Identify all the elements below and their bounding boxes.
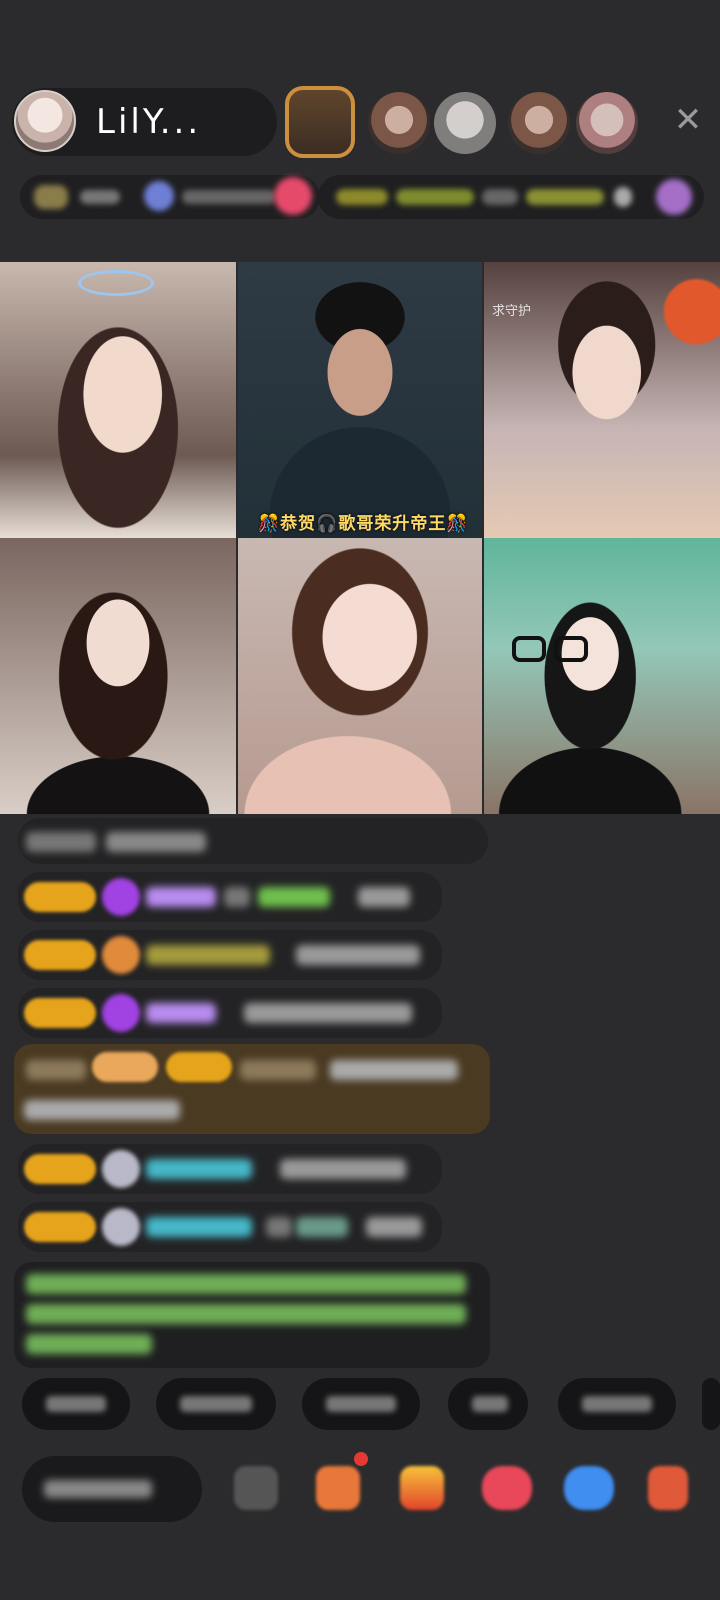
chat-text	[366, 1217, 422, 1237]
system-notice-text	[26, 1274, 466, 1294]
host-avatar[interactable]	[14, 90, 76, 152]
level-badge	[166, 1052, 232, 1082]
close-icon[interactable]: ✕	[672, 103, 704, 137]
rank-text	[80, 190, 120, 204]
viewer-avatar[interactable]	[576, 92, 638, 154]
chat-text	[106, 832, 206, 852]
chat-message	[18, 818, 488, 864]
fans-badge	[92, 1052, 158, 1082]
tile-note: 求守护	[492, 304, 532, 319]
activity-avatar-icon	[656, 179, 692, 215]
activity-text	[396, 189, 474, 205]
quick-reply-chip[interactable]	[558, 1378, 676, 1430]
level-badge	[24, 1212, 96, 1242]
chat-text	[280, 1159, 406, 1179]
system-notice	[14, 1262, 490, 1368]
host-info-pill[interactable]: LilY...	[12, 88, 277, 156]
level-badge	[24, 1154, 96, 1184]
viewer-avatar[interactable]	[368, 92, 430, 154]
level-badge	[24, 998, 96, 1028]
activity-text	[482, 189, 518, 205]
chat-message	[18, 1144, 442, 1194]
video-tile[interactable]: 求守护	[484, 262, 720, 538]
video-tile[interactable]	[0, 262, 236, 538]
tile-caption: 🎊恭贺🎧歌哥荣升帝王🎊	[258, 514, 469, 534]
quick-reply-chip[interactable]	[22, 1378, 130, 1430]
heart-icon[interactable]	[274, 177, 312, 215]
fans-icon	[144, 181, 174, 211]
rank-badge-row	[20, 175, 704, 221]
badge-icon	[102, 936, 140, 974]
chat-message	[18, 930, 442, 980]
diamond-icon	[102, 994, 140, 1032]
chat-message	[18, 1202, 442, 1252]
chat-text	[26, 832, 96, 852]
video-tile[interactable]	[0, 538, 236, 814]
chat-text	[26, 1060, 86, 1080]
rank-pill[interactable]	[20, 175, 320, 219]
avatar-icon	[102, 1150, 140, 1188]
quick-reply-chip[interactable]	[448, 1378, 528, 1430]
chat-username[interactable]	[146, 1217, 252, 1237]
chat-text	[358, 887, 410, 907]
chat-username[interactable]	[240, 1060, 316, 1080]
video-tile[interactable]	[238, 538, 482, 814]
diamond-icon	[102, 878, 140, 916]
activity-text	[526, 189, 604, 205]
rank-badge-icon	[34, 185, 68, 209]
more-gift-icon[interactable]	[648, 1466, 688, 1510]
chat-text	[224, 887, 250, 907]
system-notice-text	[26, 1304, 466, 1324]
chat-text	[330, 1060, 458, 1080]
quick-reply-chip[interactable]	[302, 1378, 420, 1430]
video-grid: 🎊恭贺🎧歌哥荣升帝王🎊 求守护	[0, 262, 720, 814]
chat-username[interactable]	[146, 1003, 216, 1023]
video-tile[interactable]: 🎊恭贺🎧歌哥荣升帝王🎊	[238, 262, 482, 538]
chat-message	[18, 872, 442, 922]
emoji-icon[interactable]	[234, 1466, 278, 1510]
gift-box-icon[interactable]	[316, 1466, 360, 1510]
chat-username[interactable]	[146, 945, 270, 965]
chat-text	[24, 1100, 180, 1120]
gift-message	[14, 1044, 490, 1134]
viewer-avatar[interactable]	[285, 86, 355, 158]
chat-username[interactable]	[146, 1159, 252, 1179]
notification-dot	[354, 1452, 368, 1466]
viewer-avatar[interactable]	[434, 92, 496, 154]
activity-pill[interactable]	[318, 175, 704, 219]
video-tile[interactable]	[484, 538, 720, 814]
avatar-icon	[102, 1208, 140, 1246]
gift-icon[interactable]	[400, 1466, 444, 1510]
chat-username[interactable]	[258, 887, 330, 907]
chat-text	[296, 945, 420, 965]
quick-reply-chip[interactable]	[702, 1378, 720, 1430]
halo-effect	[78, 270, 154, 296]
wish-icon[interactable]	[482, 1466, 532, 1510]
fans-text	[182, 190, 276, 204]
level-badge	[24, 882, 96, 912]
chat-username[interactable]	[296, 1217, 348, 1237]
activity-text	[336, 189, 388, 205]
activity-icon	[614, 187, 632, 207]
level-badge	[24, 940, 96, 970]
chat-input[interactable]	[22, 1456, 202, 1522]
glasses	[512, 636, 590, 662]
quick-reply-chip[interactable]	[156, 1378, 276, 1430]
message-icon[interactable]	[564, 1466, 614, 1510]
chat-text	[266, 1217, 292, 1237]
chat-message	[18, 988, 442, 1038]
viewer-avatar[interactable]	[508, 92, 570, 154]
chat-text	[244, 1003, 412, 1023]
host-name: LilY...	[96, 102, 202, 142]
chat-username[interactable]	[146, 887, 216, 907]
system-notice-text	[26, 1334, 152, 1354]
